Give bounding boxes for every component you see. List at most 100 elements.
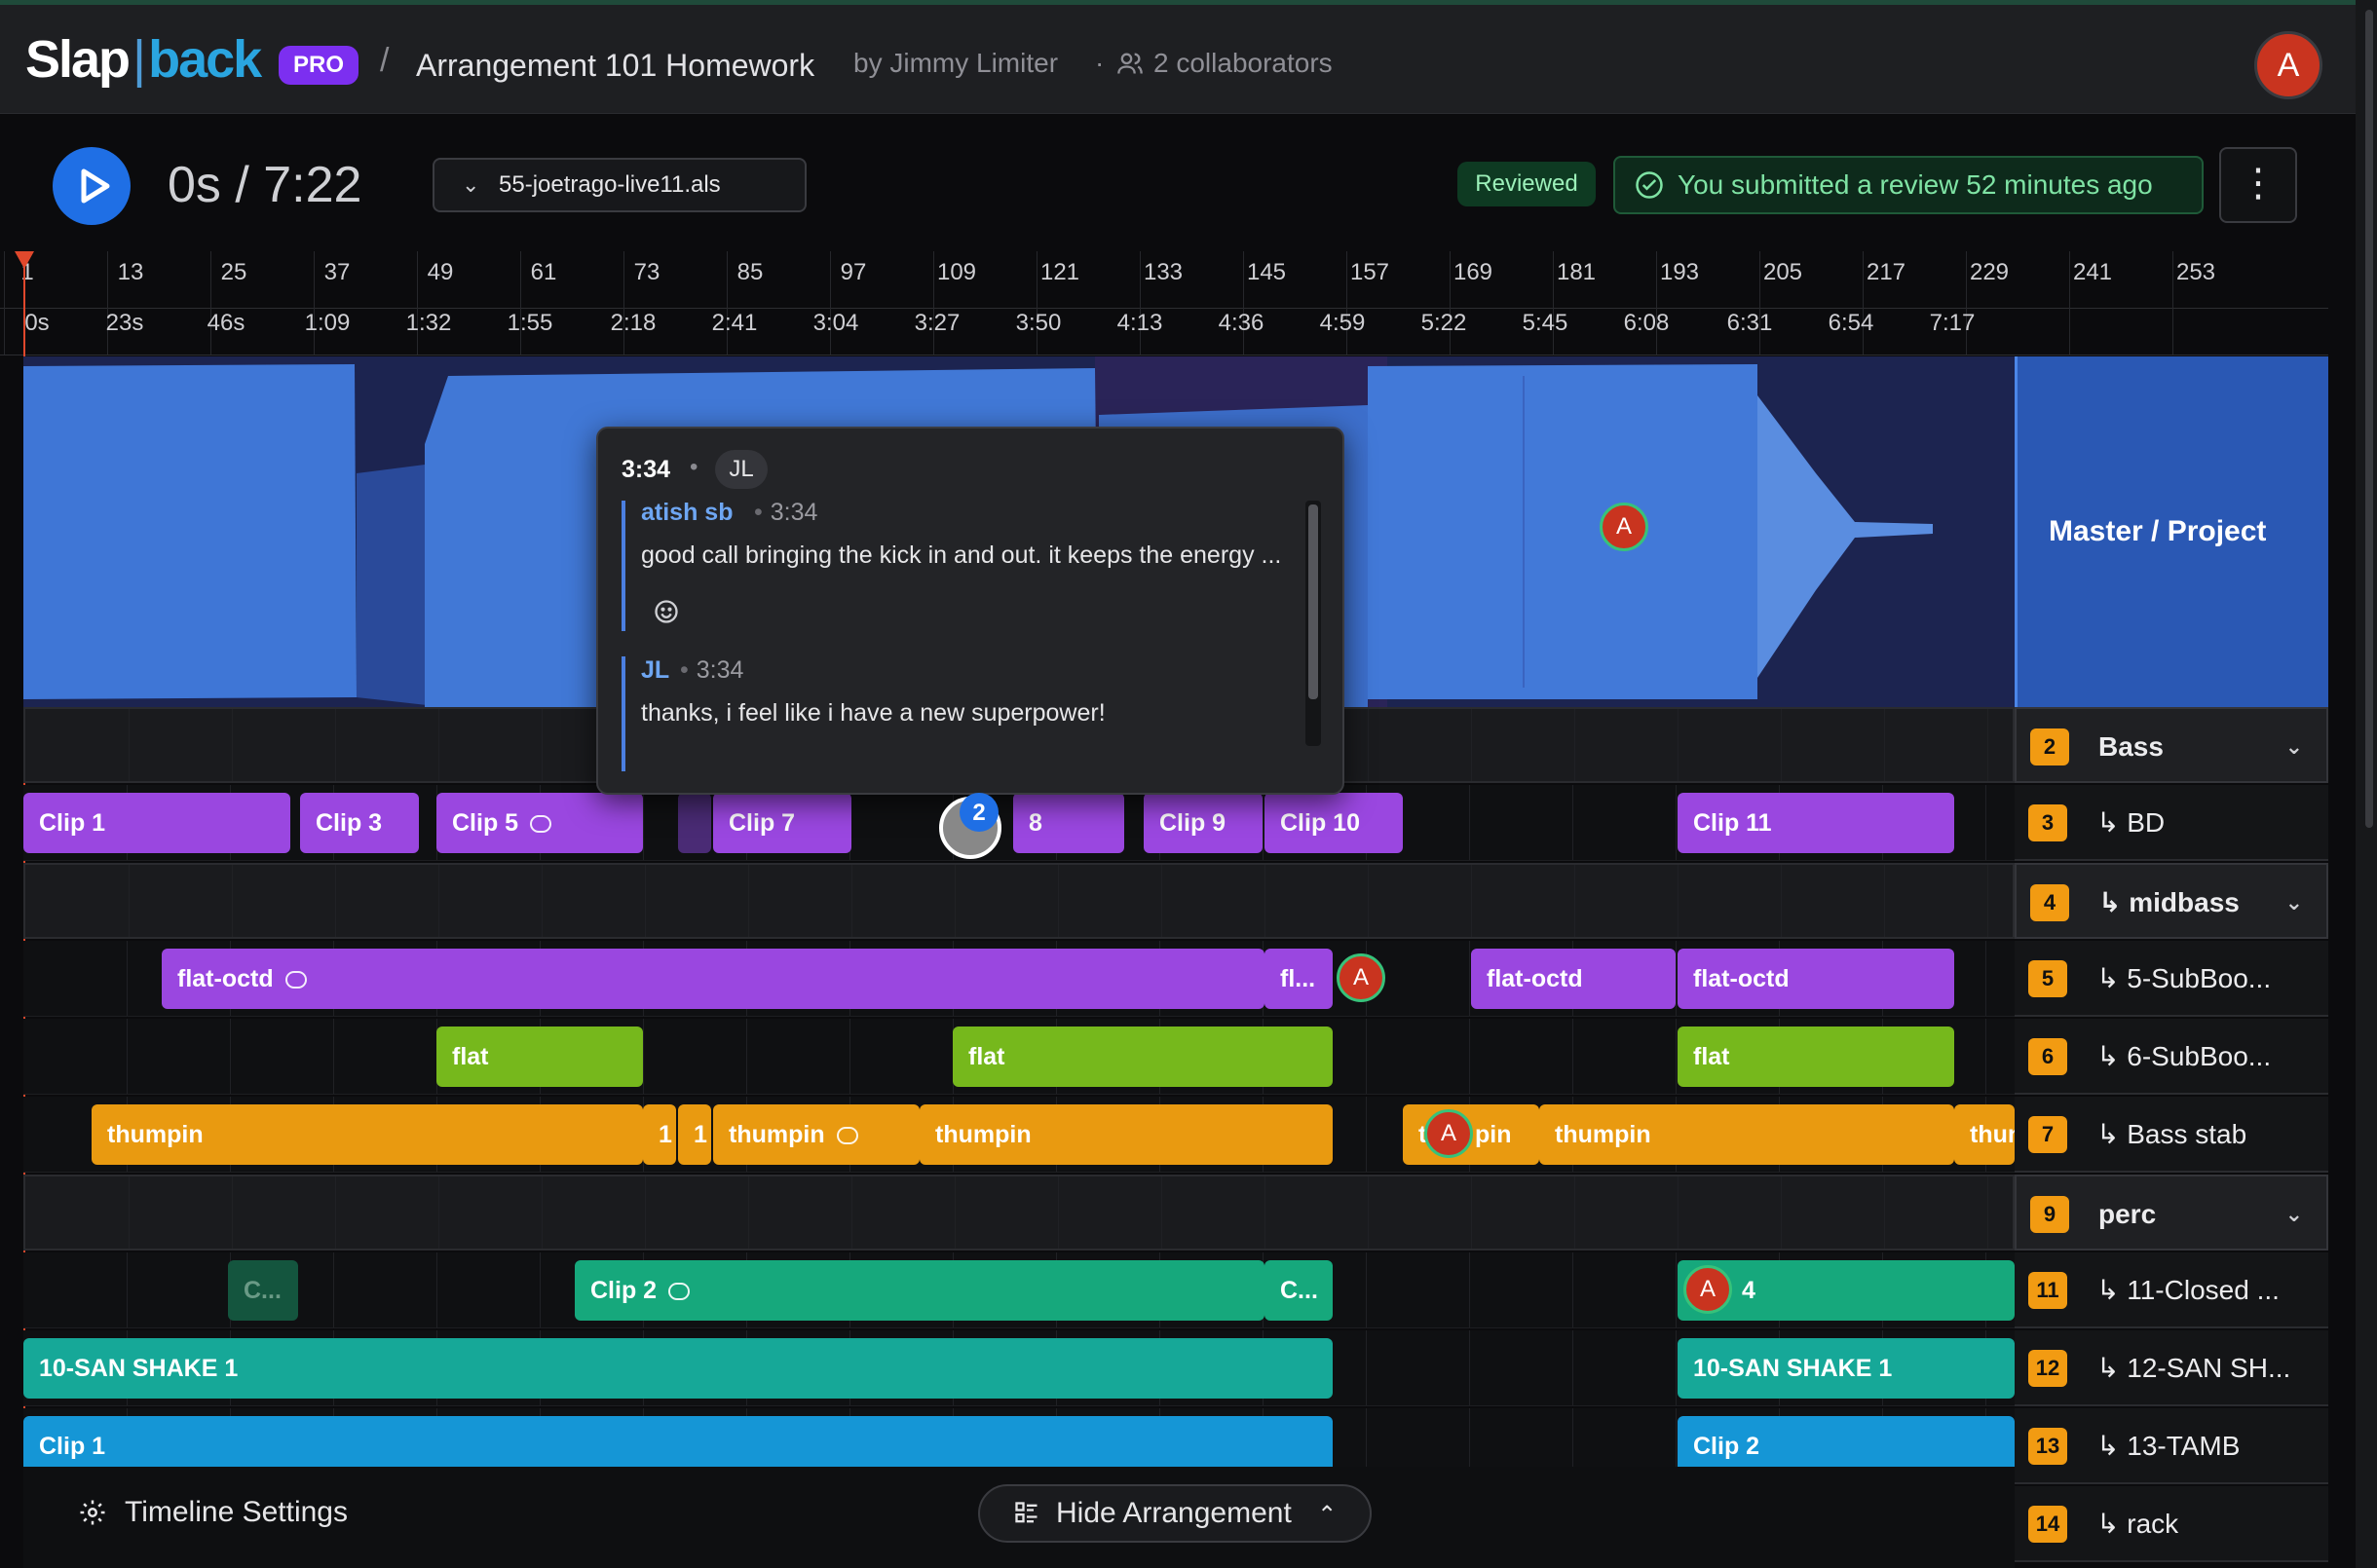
track-header[interactable]: 12 ↳ 12-SAN SH... <box>2015 1330 2328 1406</box>
ruler-tick <box>1863 251 1864 355</box>
comment-text: good call bringing the kick in and out. … <box>641 541 1282 569</box>
clip-label: Clip 5 <box>452 809 519 837</box>
track-header[interactable]: 5 ↳ 5-SubBoo... <box>2015 941 2328 1017</box>
chevron-down-icon[interactable]: ⌄ <box>2285 1176 2303 1252</box>
track-number: 13 <box>2028 1428 2067 1465</box>
hide-arrangement-button[interactable]: Hide Arrangement ⌃ <box>978 1484 1372 1543</box>
ruler-tick <box>1243 251 1244 355</box>
clip[interactable]: Clip 5 <box>436 793 643 853</box>
clip[interactable]: Clip 11 <box>1678 793 1954 853</box>
clip-label: Clip 3 <box>316 809 383 837</box>
timeline-ruler[interactable]: 1 13 25 37 49 61 73 85 97 109 121 133 145 157 169 181 19… <box>0 251 2328 356</box>
clip[interactable]: thumpin <box>1539 1104 1954 1165</box>
review-submitted-status: You submitted a review 52 minutes ago <box>1613 156 2204 214</box>
track-header[interactable]: 6 ↳ 6-SubBoo... <box>2015 1019 2328 1095</box>
review-submitted-text: You submitted a review 52 minutes ago <box>1678 169 2153 200</box>
grid-line <box>1572 1330 1573 1405</box>
grid-line <box>1471 1176 1472 1249</box>
grid-line <box>1987 1176 1988 1249</box>
clip[interactable]: flat <box>953 1027 1333 1087</box>
track-header[interactable]: 3 ↳ BD <box>2015 785 2328 861</box>
track-header[interactable]: 11 ↳ 11-Closed ... <box>2015 1252 2328 1328</box>
track-header[interactable]: 4 ↳ midbass ⌄ <box>2015 863 2328 939</box>
clip[interactable]: 10-SAN SHAKE 1 <box>1678 1338 2015 1399</box>
clip[interactable]: C... <box>228 1260 298 1321</box>
more-options-button[interactable]: ⋮ <box>2219 147 2297 223</box>
clip[interactable]: 10-SAN SHAKE 1 <box>23 1338 1333 1399</box>
clip[interactable]: 1 <box>678 1104 711 1165</box>
track-title: ↳ BD <box>2096 807 2166 838</box>
clip[interactable]: flat-octd <box>162 949 1264 1009</box>
clip[interactable]: fl... <box>1264 949 1333 1009</box>
grid-line <box>542 709 543 781</box>
popup-scrollbar-thumb[interactable] <box>1308 504 1318 699</box>
clip[interactable]: 8 <box>1013 793 1124 853</box>
user-avatar[interactable]: A <box>2254 31 2322 99</box>
clip[interactable]: flat-octd <box>1678 949 1954 1009</box>
clip[interactable]: 1 <box>643 1104 676 1165</box>
track-name-master[interactable]: Master / Project <box>2015 356 2328 707</box>
clip[interactable]: Clip 1 <box>23 793 290 853</box>
ruler-bar-number: 241 <box>2072 259 2113 285</box>
clip[interactable]: thumpin <box>92 1104 643 1165</box>
breadcrumb-separator: / <box>380 42 390 79</box>
clip-small[interactable] <box>678 793 711 853</box>
clip[interactable]: flat <box>1678 1027 1954 1087</box>
timeline-settings-button[interactable]: Timeline Settings <box>78 1496 348 1529</box>
play-button[interactable] <box>53 147 131 225</box>
comment-pin-avatar[interactable]: A <box>1337 953 1385 1002</box>
clip[interactable]: thumpin <box>713 1104 920 1165</box>
ruler-time-label: 3:04 <box>812 310 859 336</box>
project-title[interactable]: Arrangement 101 Homework <box>416 44 814 87</box>
grid-line <box>1161 865 1162 937</box>
comment-pin-avatar[interactable]: A <box>1600 503 1648 551</box>
grid-line <box>955 865 956 937</box>
file-select[interactable]: ⌄ 55-joetrago-live11.als <box>433 158 807 212</box>
clip[interactable]: Clip 2 <box>575 1260 1264 1321</box>
playhead-marker[interactable] <box>15 251 34 269</box>
grid-line <box>1574 865 1575 937</box>
ruler-bar-number: 217 <box>1866 259 1906 285</box>
reply-author[interactable]: JL <box>641 656 669 685</box>
comment-cluster-pin[interactable]: 2 <box>931 791 1009 859</box>
group-track-lane[interactable] <box>23 1175 2015 1251</box>
ruler-tick <box>1966 251 1967 355</box>
slapback-logo[interactable]: Slap|back <box>25 28 262 91</box>
clip[interactable]: Clip 7 <box>713 793 851 853</box>
track-header[interactable]: 2 Bass ⌄ <box>2015 707 2328 783</box>
ruler-time-label: 23s <box>105 310 144 336</box>
comment-pin-avatar[interactable]: A <box>1683 1265 1732 1314</box>
chevron-down-icon[interactable]: ⌄ <box>2285 865 2303 941</box>
clip-label: C... <box>1280 1277 1318 1304</box>
grid-line <box>1884 709 1885 781</box>
clip[interactable]: thumpin <box>920 1104 1333 1165</box>
ruler-time-label: 2:41 <box>711 310 758 336</box>
clip[interactable]: C... <box>1264 1260 1333 1321</box>
comment-popup[interactable]: 3:34 • JL atish sb • 3:34 good call bring… <box>596 427 1344 795</box>
comment-author[interactable]: atish sb <box>641 499 733 527</box>
page-scrollbar-thumb[interactable] <box>2365 10 2373 828</box>
ruler-bar-number: 205 <box>1762 259 1803 285</box>
comment-pin-avatar[interactable]: A <box>1424 1109 1473 1158</box>
clip-label-fragment: pin <box>1475 1121 1512 1148</box>
users-icon <box>1117 53 1143 74</box>
clip[interactable]: flat <box>436 1027 643 1087</box>
clip[interactable]: thun <box>1954 1104 2015 1165</box>
clip[interactable]: Clip 9 <box>1144 793 1263 853</box>
comment-popup-dot: • <box>690 454 698 480</box>
chevron-down-icon[interactable]: ⌄ <box>2285 709 2303 785</box>
track-header[interactable]: 7 ↳ Bass stab <box>2015 1097 2328 1173</box>
clip[interactable]: Clip 3 <box>300 793 419 853</box>
collaborators-button[interactable]: 2 collaborators <box>1116 48 1333 79</box>
group-track-lane[interactable] <box>23 863 2015 939</box>
clip-label: 8 <box>1029 809 1042 837</box>
clip-label: thumpin <box>1555 1121 1651 1148</box>
grid-line <box>129 865 130 937</box>
track-header[interactable]: 14 ↳ rack <box>2015 1486 2328 1562</box>
track-header[interactable]: 9 perc ⌄ <box>2015 1175 2328 1251</box>
smile-icon[interactable] <box>653 598 680 625</box>
clip[interactable]: flat-octd <box>1471 949 1676 1009</box>
ruler-bar-number: 109 <box>936 259 977 285</box>
track-header[interactable]: 13 ↳ 13-TAMB <box>2015 1408 2328 1484</box>
clip[interactable]: Clip 10 <box>1264 793 1403 853</box>
